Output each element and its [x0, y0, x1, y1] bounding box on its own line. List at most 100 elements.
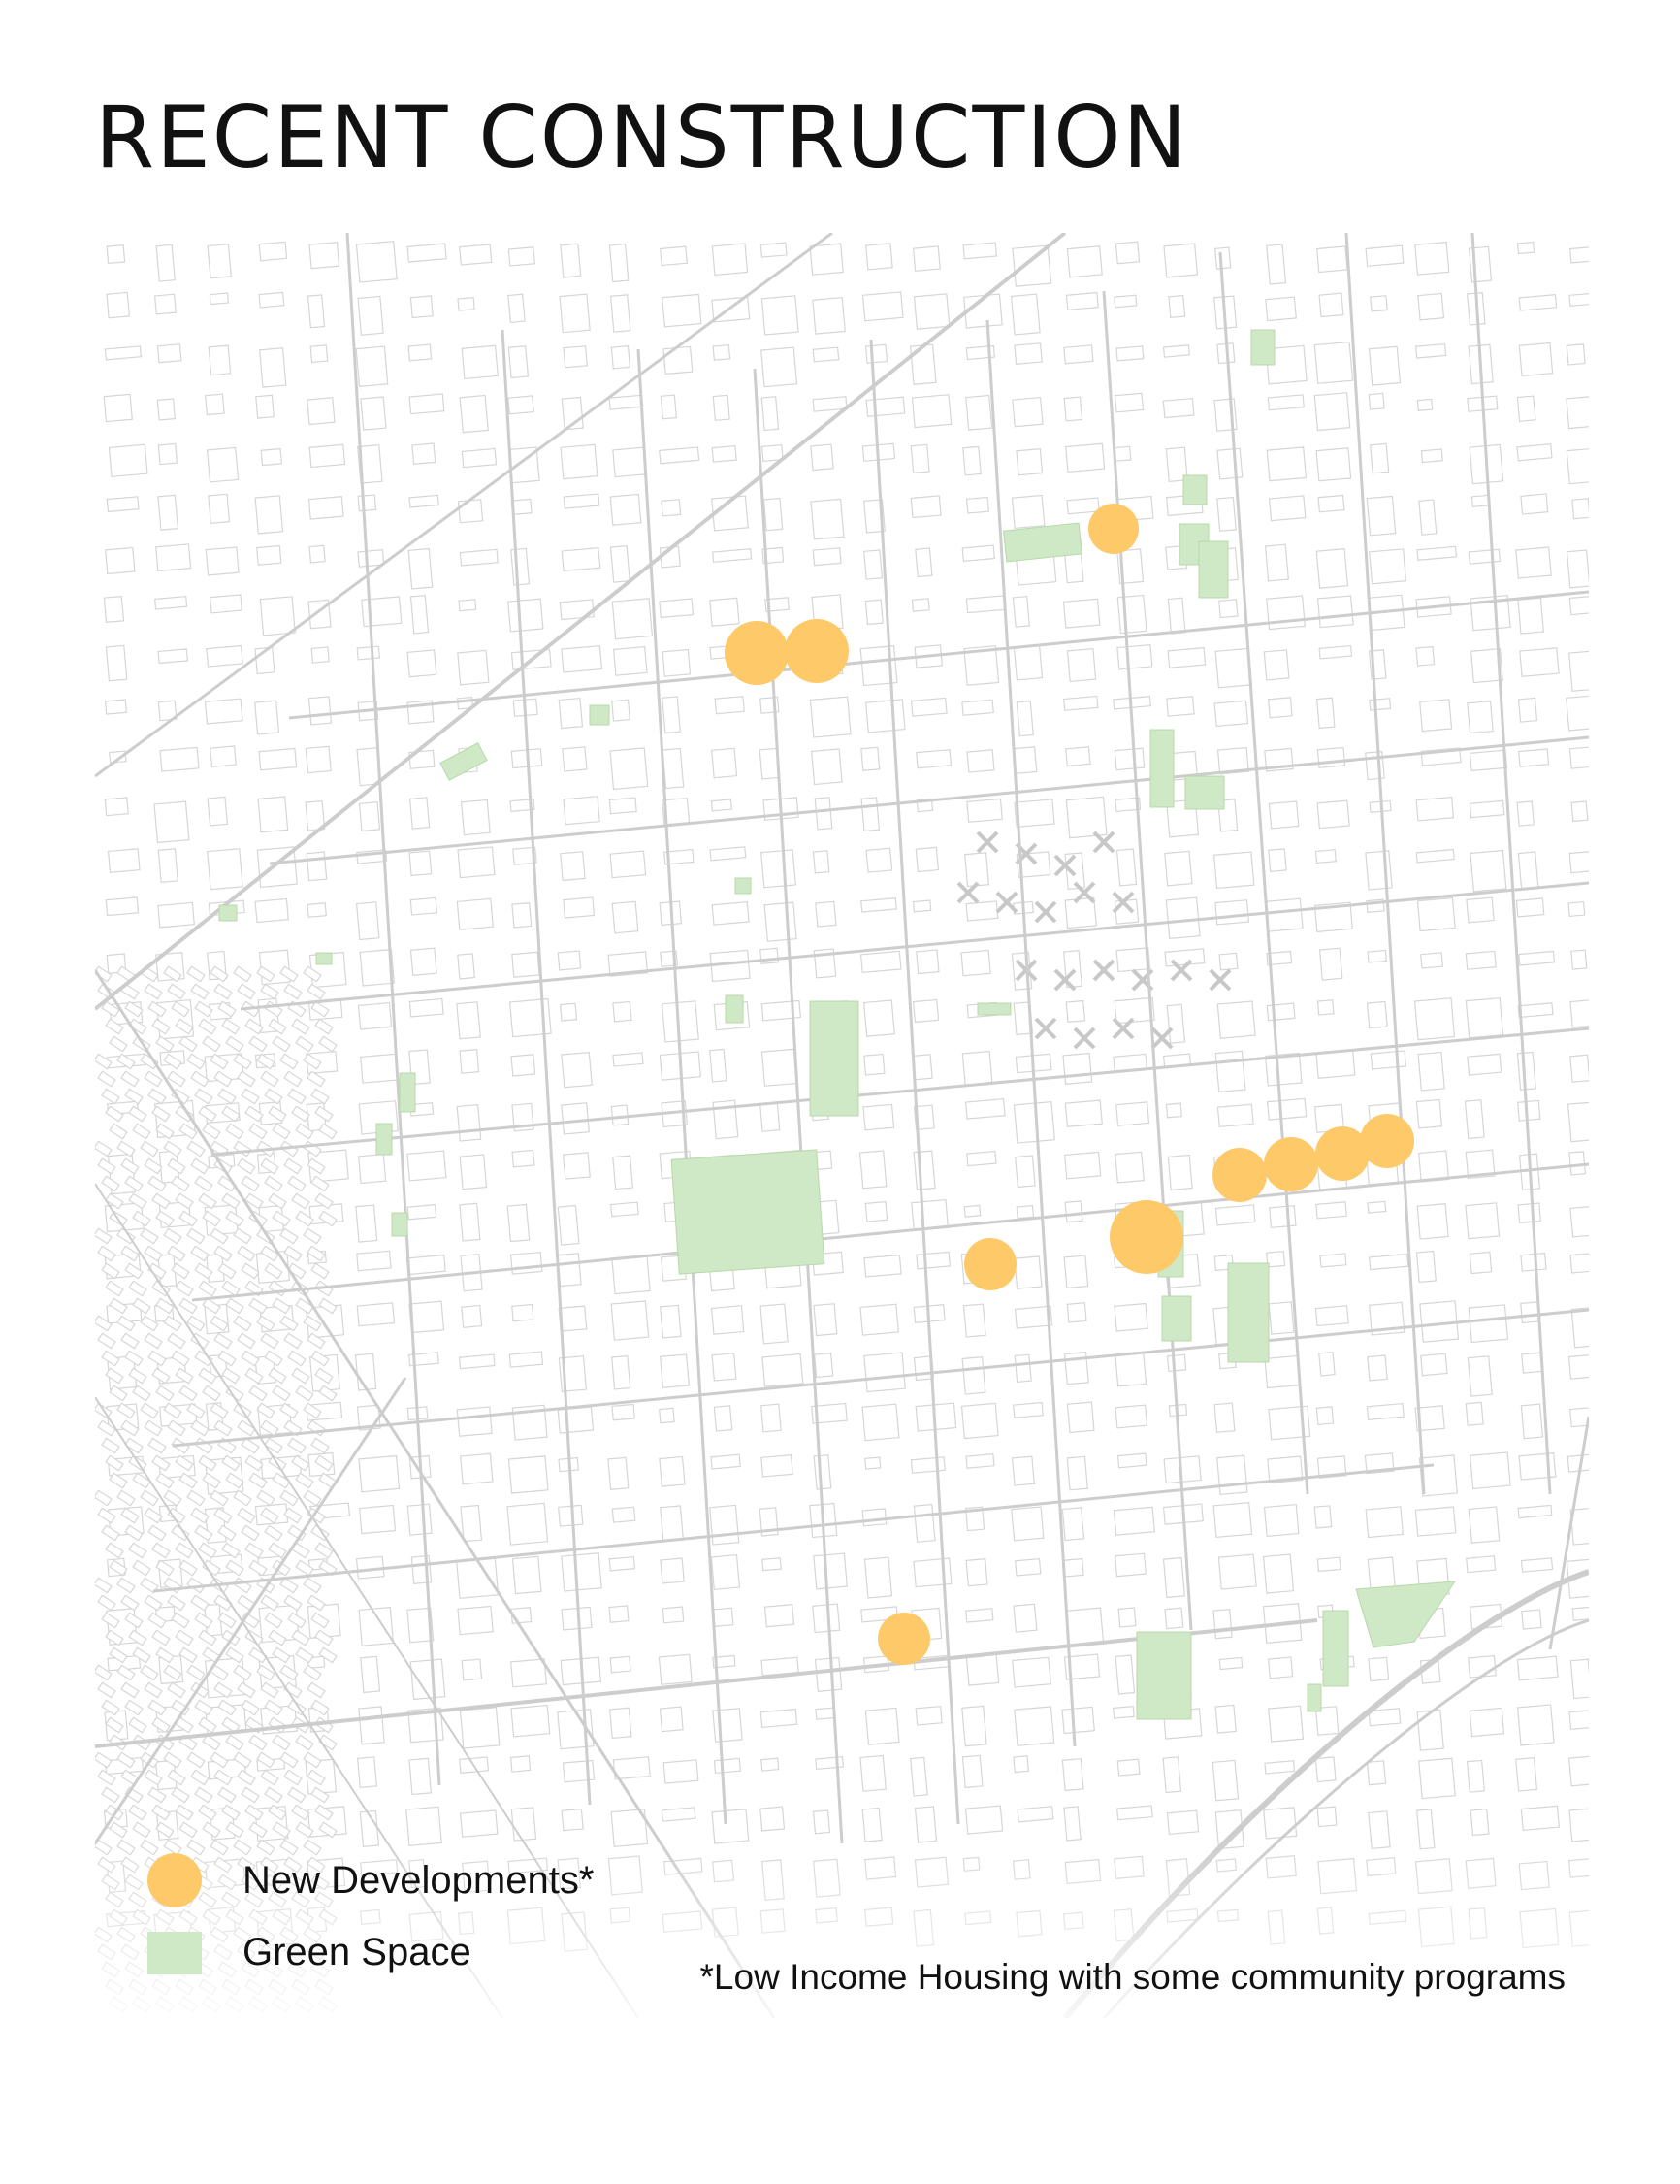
building-footprint: [101, 1350, 120, 1367]
building-footprint: [233, 1227, 252, 1245]
building-footprint: [154, 595, 188, 610]
green-space: [1198, 540, 1229, 599]
building-footprint: [206, 446, 240, 483]
building-footprint: [357, 295, 384, 336]
building-footprint: [163, 1227, 182, 1245]
building-footprint: [233, 965, 252, 983]
building-footprint: [237, 1507, 256, 1524]
building-footprint: [709, 1048, 727, 1083]
building-footprint: [103, 393, 133, 423]
building-footprint: [1115, 947, 1151, 973]
building-footprint: [911, 394, 953, 429]
building-footprint: [1368, 1253, 1409, 1271]
building-footprint: [264, 1437, 283, 1454]
building-footprint: [101, 1088, 120, 1105]
building-footprint: [1415, 1250, 1437, 1284]
building-footprint: [140, 1402, 159, 1419]
building-footprint: [1165, 896, 1201, 940]
building-footprint: [1012, 244, 1052, 287]
building-footprint: [1116, 644, 1153, 670]
building-footprint: [198, 1542, 217, 1559]
building-footprint: [1065, 999, 1086, 1023]
building-footprint: [1113, 1705, 1135, 1719]
building-footprint: [260, 1769, 279, 1786]
building-footprint: [710, 1305, 745, 1335]
building-footprint: [1217, 1553, 1257, 1590]
building-footprint: [812, 850, 830, 874]
building-footprint: [283, 1769, 303, 1786]
building-footprint: [1468, 548, 1502, 565]
building-footprint: [198, 1018, 217, 1035]
legend-green-space-label: Green Space: [242, 1931, 471, 1973]
housing-tower: [1209, 968, 1232, 992]
building-footprint: [1517, 697, 1538, 723]
building-footprint: [712, 343, 731, 361]
building-footprint: [105, 644, 128, 682]
building-footprint: [1214, 647, 1253, 689]
building-footprint: [186, 1140, 206, 1157]
building-footprint: [812, 1809, 831, 1835]
building-footprint: [964, 1805, 1004, 1835]
building-footprint: [507, 345, 530, 379]
building-footprint: [712, 1708, 743, 1743]
building-footprint: [1011, 1455, 1035, 1486]
building-footprint: [563, 1152, 591, 1180]
building-footprint: [1470, 494, 1491, 507]
building-footprint: [964, 1097, 1006, 1120]
building-footprint: [1566, 395, 1589, 430]
building-footprint: [171, 1612, 190, 1629]
building-footprint: [1467, 1053, 1502, 1076]
building-footprint: [97, 1332, 116, 1350]
building-footprint: [175, 1804, 194, 1821]
building-footprint: [609, 493, 642, 526]
building-footprint: [360, 396, 387, 431]
building-footprint: [1268, 1301, 1295, 1335]
building-footprint: [1016, 1204, 1035, 1220]
building-footprint: [1164, 948, 1206, 967]
housing-tower: [1073, 1027, 1096, 1050]
building-footprint: [864, 1200, 888, 1222]
building-footprint: [1469, 1251, 1493, 1275]
building-footprint: [1315, 1201, 1348, 1220]
building-footprint: [966, 798, 1003, 823]
building-footprint: [310, 1088, 330, 1105]
building-footprint: [109, 1123, 128, 1140]
building-footprint: [120, 1681, 140, 1699]
building-footprint: [310, 1262, 330, 1280]
building-footprint: [1418, 1454, 1458, 1497]
building-footprint: [1114, 392, 1145, 413]
building-footprint: [248, 1297, 268, 1315]
building-footprint: [1316, 746, 1346, 768]
building-footprint: [511, 1303, 534, 1322]
building-footprint: [120, 1594, 140, 1612]
building-footprint: [1064, 1099, 1103, 1127]
building-footprint: [1517, 851, 1539, 891]
building-footprint: [1115, 1404, 1148, 1429]
building-footprint: [272, 1035, 291, 1053]
building-footprint: [279, 1053, 299, 1070]
building-footprint: [264, 1786, 283, 1804]
building-footprint: [260, 1332, 279, 1350]
building-footprint: [864, 699, 906, 733]
building-footprint: [1218, 952, 1239, 971]
building-footprint: [287, 1088, 307, 1105]
building-footprint: [559, 293, 591, 334]
building-footprint: [237, 1070, 256, 1088]
building-footprint: [190, 1594, 210, 1612]
building-footprint: [912, 899, 932, 913]
building-footprint: [106, 291, 130, 319]
building-footprint: [710, 799, 732, 812]
building-footprint: [109, 1035, 128, 1053]
building-footprint: [237, 1332, 256, 1350]
building-footprint: [310, 646, 330, 664]
building-footprint: [248, 1035, 268, 1053]
building-footprint: [356, 645, 381, 661]
building-footprint: [244, 1629, 264, 1646]
building-footprint: [1569, 997, 1589, 1028]
building-footprint: [608, 243, 630, 283]
building-footprint: [506, 1502, 549, 1546]
building-footprint: [865, 243, 893, 271]
neighborhood-map[interactable]: [95, 233, 1589, 2018]
building-footprint: [1262, 1553, 1295, 1594]
building-footprint: [1011, 494, 1046, 530]
